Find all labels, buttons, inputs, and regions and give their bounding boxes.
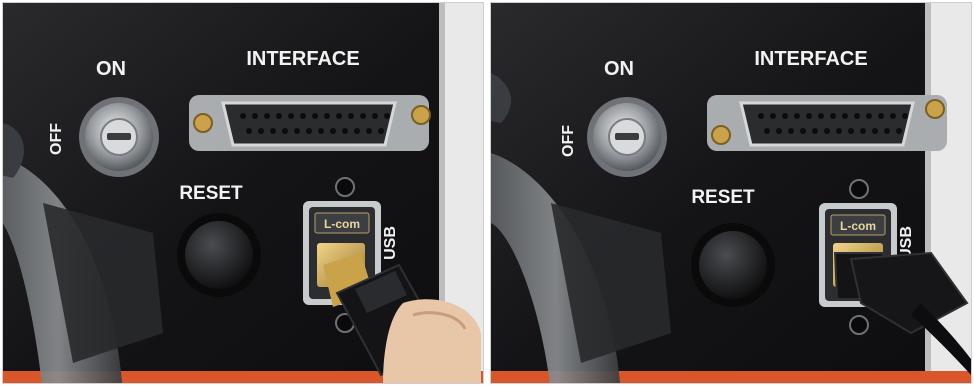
photo-usb-insert-before: ON OFF INTERFACE RESET USB L-com: [2, 2, 484, 384]
hand: [383, 299, 481, 383]
reset-label: RESET: [691, 187, 755, 208]
panel-illustration: ON OFF INTERFACE RESET USB L-com: [3, 3, 483, 383]
lcom-logo: L-com: [324, 217, 360, 231]
on-label: ON: [604, 58, 634, 80]
key-switch: [79, 97, 159, 177]
key-switch: [587, 97, 667, 177]
photo-usb-insert-after: ON OFF INTERFACE RESET USB L-com: [490, 2, 972, 384]
off-label: OFF: [48, 123, 65, 155]
interface-label: INTERFACE: [754, 48, 867, 70]
panel-illustration: ON OFF INTERFACE RESET USB L-com: [491, 3, 971, 383]
lcom-logo: L-com: [840, 219, 876, 233]
usb-label: USB: [382, 226, 399, 260]
reset-label: RESET: [179, 183, 243, 204]
on-label: ON: [96, 58, 126, 80]
interface-label: INTERFACE: [246, 48, 359, 70]
reset-button: [177, 213, 261, 297]
db25-interface-port: [189, 95, 431, 151]
reset-button: [691, 223, 775, 307]
db25-interface-port: [707, 95, 947, 151]
off-label: OFF: [560, 125, 577, 157]
